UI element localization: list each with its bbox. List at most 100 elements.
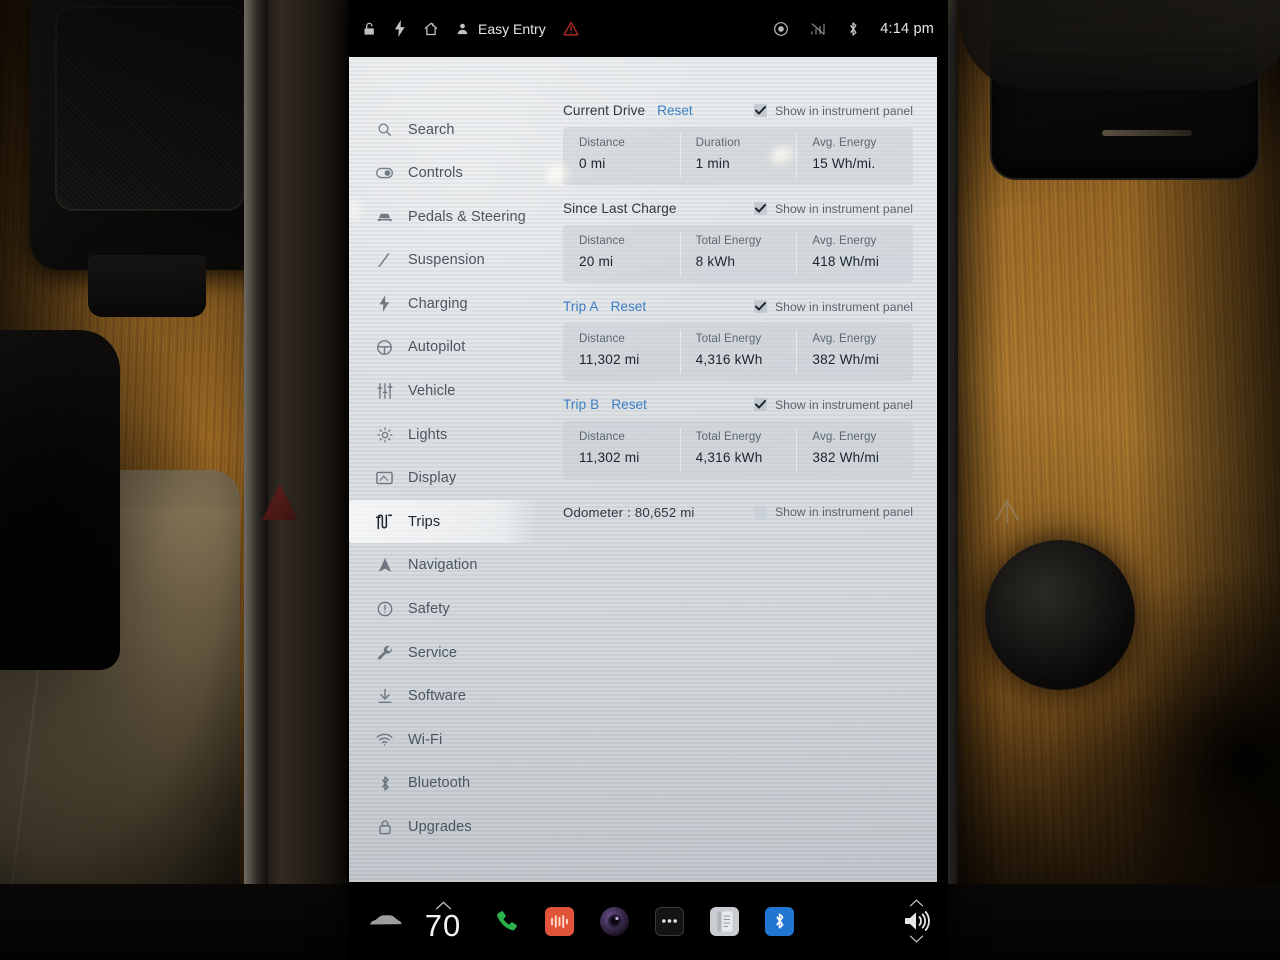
sidebar-item-pedals-steering[interactable]: Pedals & Steering — [349, 195, 549, 238]
reset-button[interactable]: Reset — [611, 397, 647, 412]
reset-button[interactable]: Reset — [611, 299, 647, 314]
more-apps-icon[interactable] — [655, 906, 684, 936]
stats-card: Distance 11,302 mi Total Energy 4,316 kW… — [563, 421, 913, 479]
sidebar-item-search[interactable]: Search — [349, 108, 549, 151]
sidebar-item-label: Bluetooth — [408, 775, 471, 792]
show-label: Show in instrument panel — [774, 505, 913, 519]
sidebar-item-label: Suspension — [408, 252, 485, 269]
unlocked-padlock-icon[interactable] — [362, 21, 377, 37]
sidebar-item-suspension[interactable]: Suspension — [349, 239, 549, 282]
settings-panel: Search Controls Pedals & Steering Suspen… — [349, 57, 937, 882]
show-label: Show in instrument panel — [774, 397, 913, 412]
settings-sidebar[interactable]: Search Controls Pedals & Steering Suspen… — [349, 57, 549, 882]
section-title: Current Drive — [563, 103, 646, 118]
sidebar-item-upgrades[interactable]: Upgrades — [349, 806, 549, 849]
driver-profile[interactable]: Easy Entry — [456, 21, 546, 37]
stat-value: 4,316 kWh — [695, 352, 763, 367]
speed-indicator[interactable]: 70 — [406, 901, 480, 941]
section-title: Since Last Charge — [563, 201, 677, 216]
sidebar-item-controls[interactable]: Controls — [349, 152, 549, 195]
sidebar-item-label: Autopilot — [408, 339, 466, 356]
section-trip-b: Trip B Reset Show in instrument panel Di… — [563, 393, 913, 479]
show-in-instrument-panel-toggle[interactable]: Show in instrument panel — [753, 202, 913, 216]
sidebar-item-label: Safety — [408, 601, 450, 618]
lightning-bolt-icon — [376, 295, 393, 313]
controls-toggle-icon — [376, 165, 393, 182]
stat-value: 15 Wh/mi. — [812, 156, 876, 171]
sidebar-item-label: Navigation — [408, 557, 478, 574]
show-in-instrument-panel-toggle[interactable]: Show in instrument panel — [753, 300, 913, 314]
sidebar-item-wifi[interactable]: Wi-Fi — [349, 718, 549, 761]
search-icon — [376, 121, 393, 138]
chevron-reflection-icon — [994, 498, 1020, 524]
sidebar-item-bluetooth[interactable]: Bluetooth — [349, 762, 549, 805]
sliders-icon — [376, 383, 393, 400]
sidebar-item-label: Pedals & Steering — [408, 208, 526, 225]
trips-content: Current Drive Reset Show in instrument p… — [549, 57, 937, 882]
stat-value: 11,302 mi — [579, 450, 640, 465]
section-title[interactable]: Trip B — [563, 397, 599, 412]
camera-icon[interactable] — [600, 906, 629, 936]
bluetooth-icon[interactable] — [847, 21, 859, 37]
sidebar-item-trips[interactable]: Trips — [349, 500, 539, 544]
sidebar-item-vehicle[interactable]: Vehicle — [349, 370, 549, 413]
show-label: Show in instrument panel — [774, 103, 913, 118]
stat-value: 382 Wh/mi — [812, 352, 880, 367]
odometer-show-toggle[interactable]: Show in instrument panel — [753, 505, 913, 519]
suspension-icon — [376, 252, 393, 269]
display-icon — [376, 470, 393, 487]
warning-triangle-icon[interactable] — [563, 21, 579, 36]
checkbox-checked[interactable] — [753, 300, 767, 313]
tesla-touchscreen[interactable]: Easy Entry 4:14 pm Search Controls Pedal… — [348, 0, 948, 960]
sidebar-item-label: Controls — [408, 165, 463, 182]
checkbox-unchecked[interactable] — [753, 505, 767, 519]
sidebar-item-label: Display — [408, 470, 457, 487]
section-current-drive: Current Drive Reset Show in instrument p… — [563, 99, 913, 185]
checkbox-checked[interactable] — [753, 104, 767, 117]
show-in-instrument-panel-toggle[interactable]: Show in instrument panel — [753, 103, 913, 118]
sidebar-item-navigation[interactable]: Navigation — [349, 544, 549, 587]
bottom-dock[interactable]: 70 — [348, 882, 948, 960]
dock-apps[interactable] — [494, 906, 794, 936]
sidebar-item-lights[interactable]: Lights — [349, 413, 549, 456]
stat-value: 8 kWh — [695, 254, 736, 269]
sidebar-item-label: Search — [408, 121, 455, 138]
stat-value: 418 Wh/mi — [812, 254, 880, 269]
media-player-icon[interactable] — [545, 906, 574, 936]
volume-icon[interactable] — [902, 909, 930, 933]
calendar-icon[interactable] — [710, 906, 739, 936]
stat-cell: Distance 11,302 mi — [563, 421, 680, 479]
exclamation-circle-icon — [376, 601, 393, 618]
stat-cell: Duration 1 min — [679, 127, 797, 185]
show-in-instrument-panel-toggle[interactable]: Show in instrument panel — [753, 397, 913, 412]
phone-icon[interactable] — [494, 909, 519, 934]
section-title[interactable]: Trip A — [563, 299, 599, 314]
sidebar-item-label: Service — [408, 644, 458, 661]
home-icon[interactable] — [423, 21, 439, 37]
chevron-down-icon[interactable] — [909, 935, 924, 943]
bluetooth-app-icon[interactable] — [765, 906, 794, 936]
sidebar-item-label: Wi-Fi — [408, 731, 443, 748]
car-icon[interactable] — [366, 913, 406, 929]
sidebar-item-label: Trips — [408, 513, 441, 530]
stat-label: Distance — [579, 234, 625, 247]
sidebar-item-service[interactable]: Service — [349, 631, 549, 674]
checkbox-checked[interactable] — [753, 398, 767, 411]
stat-value: 4,316 kWh — [695, 450, 763, 465]
checkbox-checked[interactable] — [753, 202, 767, 215]
stats-card: Distance 11,302 mi Total Energy 4,316 kW… — [563, 323, 913, 381]
section-header: Trip B Reset Show in instrument panel — [563, 393, 913, 416]
cellular-no-signal-icon[interactable] — [810, 22, 826, 36]
chevron-up-icon[interactable] — [909, 899, 924, 907]
lightning-bolt-icon[interactable] — [394, 20, 406, 37]
chevron-up-icon[interactable] — [435, 901, 452, 910]
bluetooth-icon — [376, 775, 393, 792]
sidebar-item-display[interactable]: Display — [349, 457, 549, 500]
sidebar-item-autopilot[interactable]: Autopilot — [349, 326, 549, 369]
sidebar-item-charging[interactable]: Charging — [349, 282, 549, 325]
reset-button[interactable]: Reset — [657, 103, 693, 118]
sidebar-item-software[interactable]: Software — [349, 675, 549, 718]
dashcam-record-icon[interactable] — [773, 21, 789, 37]
volume-control[interactable] — [902, 899, 930, 943]
sidebar-item-safety[interactable]: Safety — [349, 588, 549, 631]
